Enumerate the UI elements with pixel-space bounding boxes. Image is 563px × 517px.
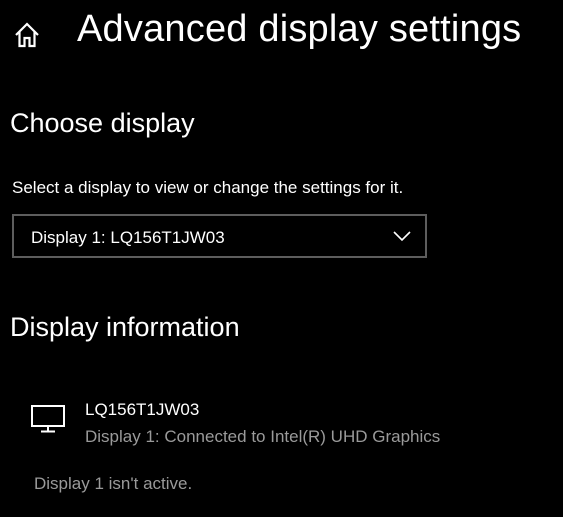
display-select-value: Display 1: LQ156T1JW03 [31, 228, 225, 247]
monitor-icon [31, 405, 65, 433]
choose-display-description: Select a display to view or change the s… [12, 178, 404, 197]
device-name: LQ156T1JW03 [85, 400, 200, 419]
device-connection-detail: Display 1: Connected to Intel(R) UHD Gra… [85, 427, 441, 446]
chevron-down-icon [393, 231, 411, 242]
display-status-text: Display 1 isn't active. [34, 474, 193, 493]
choose-display-heading: Choose display [10, 108, 195, 138]
home-button[interactable] [10, 18, 44, 52]
home-icon [15, 22, 39, 48]
display-information-heading: Display information [10, 312, 240, 342]
page-title: Advanced display settings [77, 8, 522, 50]
display-select-dropdown[interactable]: Display 1: LQ156T1JW03 [12, 214, 427, 258]
